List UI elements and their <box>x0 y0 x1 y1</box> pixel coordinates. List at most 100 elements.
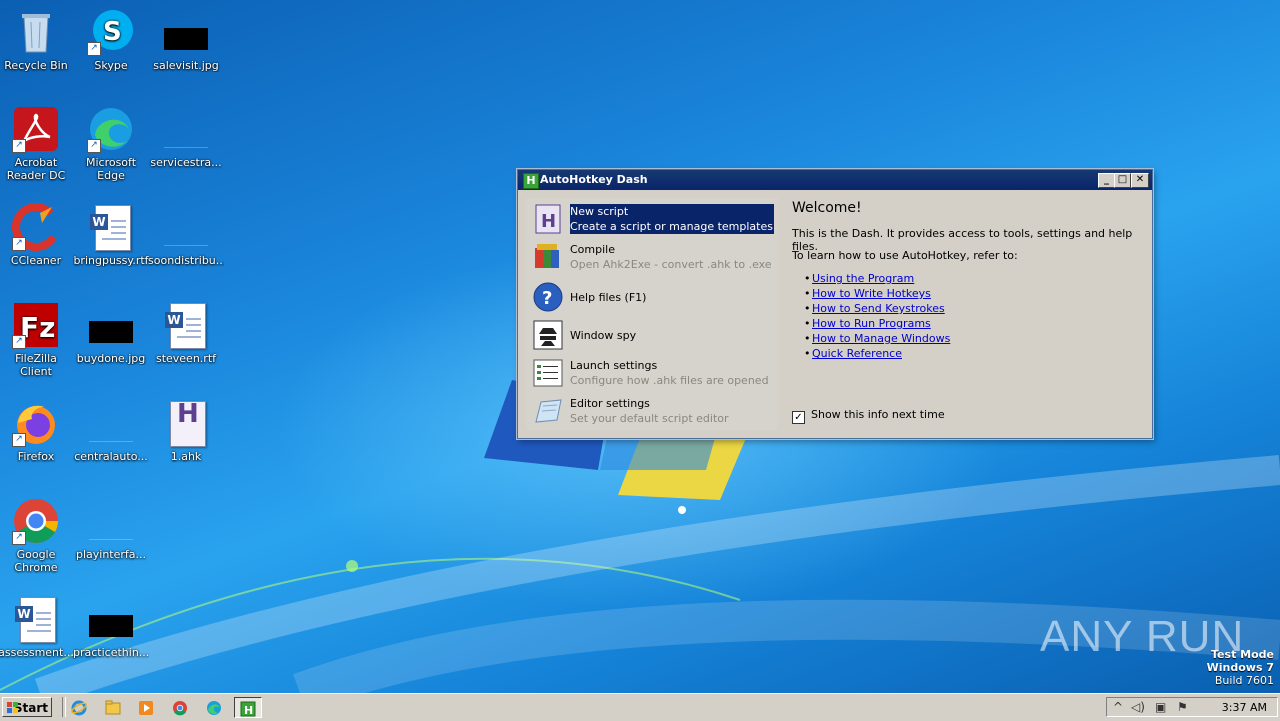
taskbar-autohotkey[interactable]: H <box>234 697 262 718</box>
taskbar-edge[interactable] <box>202 697 226 718</box>
desktop-icon-recycle-bin[interactable]: Recycle Bin <box>0 8 74 72</box>
desktop-icon-bringpussy[interactable]: W bringpussy.rtf <box>73 203 149 267</box>
autohotkey-icon: H <box>240 701 256 717</box>
desktop-icon-1ahk[interactable]: H 1.ahk <box>148 399 224 463</box>
blank-file-icon <box>87 399 135 447</box>
dash-item-new-script[interactable]: H New script Create a script or manage t… <box>526 202 776 238</box>
minimize-button[interactable]: _ <box>1098 173 1115 188</box>
ahk-script-icon: H <box>533 204 563 234</box>
desktop-icon-ccleaner[interactable]: ↗ CCleaner <box>0 203 74 267</box>
desktop-icon-filezilla[interactable]: Fz ↗ FileZilla Client <box>0 301 74 378</box>
shortcut-arrow-icon: ↗ <box>12 237 26 251</box>
taskbar-separator <box>62 697 66 717</box>
maximize-button[interactable]: □ <box>1114 173 1131 188</box>
help-link-item: • How to Manage Windows <box>804 332 951 345</box>
blank-file-icon <box>162 203 210 251</box>
svg-text:H: H <box>541 211 556 232</box>
image-file-icon <box>162 8 210 56</box>
welcome-pane: Welcome! This is the Dash. It provides a… <box>792 198 1144 430</box>
link-manage-windows[interactable]: How to Manage Windows <box>812 332 950 345</box>
taskbar-explorer[interactable] <box>101 697 125 718</box>
desktop-icon-acrobat[interactable]: ↗ Acrobat Reader DC <box>0 105 74 182</box>
shortcut-arrow-icon: ↗ <box>12 335 26 349</box>
link-using-the-program[interactable]: Using the Program <box>812 272 914 285</box>
edge-icon: ↗ <box>87 105 135 153</box>
dash-item-window-spy[interactable]: Window spy <box>526 318 776 354</box>
desktop-icon-label: Microsoft Edge <box>85 156 137 182</box>
spy-icon <box>533 320 563 350</box>
shortcut-arrow-icon: ↗ <box>12 433 26 447</box>
show-info-label: Show this info next time <box>811 408 945 421</box>
network-icon[interactable]: ▣ <box>1155 700 1166 714</box>
show-info-option[interactable]: ✓ Show this info next time <box>792 408 945 424</box>
skype-icon: S ↗ <box>87 8 135 56</box>
explorer-icon <box>105 700 121 715</box>
blank-file-icon <box>87 497 135 545</box>
dash-item-launch-settings[interactable]: Launch settings Configure how .ahk files… <box>526 356 776 392</box>
desktop-icon-steveen[interactable]: W steveen.rtf <box>148 301 224 365</box>
edge-icon <box>207 701 221 715</box>
dash-item-compile[interactable]: Compile Open Ahk2Exe - convert .ahk to .… <box>526 240 776 276</box>
os-info-version: Windows 7 <box>1206 661 1274 674</box>
volume-icon[interactable]: ◁) <box>1131 700 1145 714</box>
taskbar-chrome[interactable] <box>168 697 192 718</box>
link-send-keystrokes[interactable]: How to Send Keystrokes <box>812 302 945 315</box>
compile-icon <box>533 242 563 272</box>
dash-item-title: Launch settings <box>570 359 658 372</box>
autohotkey-dash-window: H AutoHotkey Dash _ □ ✕ H New script Cre… <box>517 169 1153 439</box>
editor-icon <box>533 396 563 426</box>
link-quick-reference[interactable]: Quick Reference <box>812 347 902 360</box>
show-info-checkbox[interactable]: ✓ <box>792 411 805 424</box>
desktop-icon-label: soondistribu... <box>148 254 224 267</box>
dash-item-help-files[interactable]: ? Help files (F1) <box>526 278 776 318</box>
show-hidden-icons-icon[interactable]: ^ <box>1113 700 1123 714</box>
shortcut-arrow-icon: ↗ <box>87 139 101 153</box>
desktop-icon-chrome[interactable]: ↗ Google Chrome <box>0 497 74 574</box>
dash-item-title: Editor settings <box>570 397 650 410</box>
desktop-icon-servicestra[interactable]: servicestra... <box>148 105 224 169</box>
desktop-icon-label: playinterfa... <box>75 548 147 561</box>
welcome-heading: Welcome! <box>792 200 862 216</box>
desktop-icon-playinterfa[interactable]: playinterfa... <box>73 497 149 561</box>
shortcut-arrow-icon: ↗ <box>12 531 26 545</box>
help-link-item: • Using the Program <box>804 272 915 285</box>
desktop-icon-skype[interactable]: S ↗ Skype <box>73 8 149 72</box>
close-button[interactable]: ✕ <box>1131 173 1149 188</box>
window-titlebar[interactable]: H AutoHotkey Dash _ □ ✕ <box>518 170 1152 190</box>
os-info-mode: Test Mode <box>1211 648 1274 661</box>
recycle-bin-icon <box>12 8 60 56</box>
shortcut-arrow-icon: ↗ <box>87 42 101 56</box>
clock[interactable]: 3:37 AM <box>1222 698 1267 717</box>
desktop-icon-soondistribu[interactable]: soondistribu... <box>148 203 224 267</box>
desktop-icon-label: salevisit.jpg <box>153 59 219 72</box>
desktop-icon-assessment[interactable]: W assessment... <box>0 595 74 659</box>
taskbar: Start H ^ ◁) ▣ ⚑ 3:37 AM <box>0 693 1280 721</box>
dash-item-editor-settings[interactable]: Editor settings Set your default script … <box>526 394 776 430</box>
blank-file-icon <box>162 105 210 153</box>
dash-menu: H New script Create a script or manage t… <box>526 198 778 430</box>
action-center-flag-icon[interactable]: ⚑ <box>1177 700 1188 714</box>
help-link-item: • How to Write Hotkeys <box>804 287 931 300</box>
dash-item-subtitle: Configure how .ahk files are opened <box>570 374 769 387</box>
word-document-icon: W <box>162 301 210 349</box>
desktop-icon-buydone[interactable]: buydone.jpg <box>73 301 149 365</box>
desktop-icon-firefox[interactable]: ↗ Firefox <box>0 399 74 463</box>
desktop-icon-label: bringpussy.rtf <box>73 254 149 267</box>
shortcut-arrow-icon: ↗ <box>12 139 26 153</box>
desktop-icon-salevisit[interactable]: salevisit.jpg <box>148 8 224 72</box>
desktop-icon-label: Acrobat Reader DC <box>6 156 66 182</box>
desktop-icon-label: Recycle Bin <box>4 59 68 72</box>
link-write-hotkeys[interactable]: How to Write Hotkeys <box>812 287 931 300</box>
list-icon <box>533 358 563 388</box>
desktop-icon-edge[interactable]: ↗ Microsoft Edge <box>73 105 149 182</box>
chrome-icon: ↗ <box>12 497 60 545</box>
taskbar-internet-explorer[interactable] <box>67 697 91 718</box>
desktop-icon-practicethin[interactable]: practicethin... <box>73 595 149 659</box>
system-tray: ^ ◁) ▣ ⚑ 3:37 AM <box>1106 697 1278 717</box>
link-run-programs[interactable]: How to Run Programs <box>812 317 931 330</box>
desktop-icon-label: servicestra... <box>150 156 222 169</box>
taskbar-media-player[interactable] <box>134 697 158 718</box>
desktop-icon-label: FileZilla Client <box>15 352 57 378</box>
desktop-icon-centralauto[interactable]: centralauto... <box>73 399 149 463</box>
start-button[interactable]: Start <box>2 697 52 717</box>
